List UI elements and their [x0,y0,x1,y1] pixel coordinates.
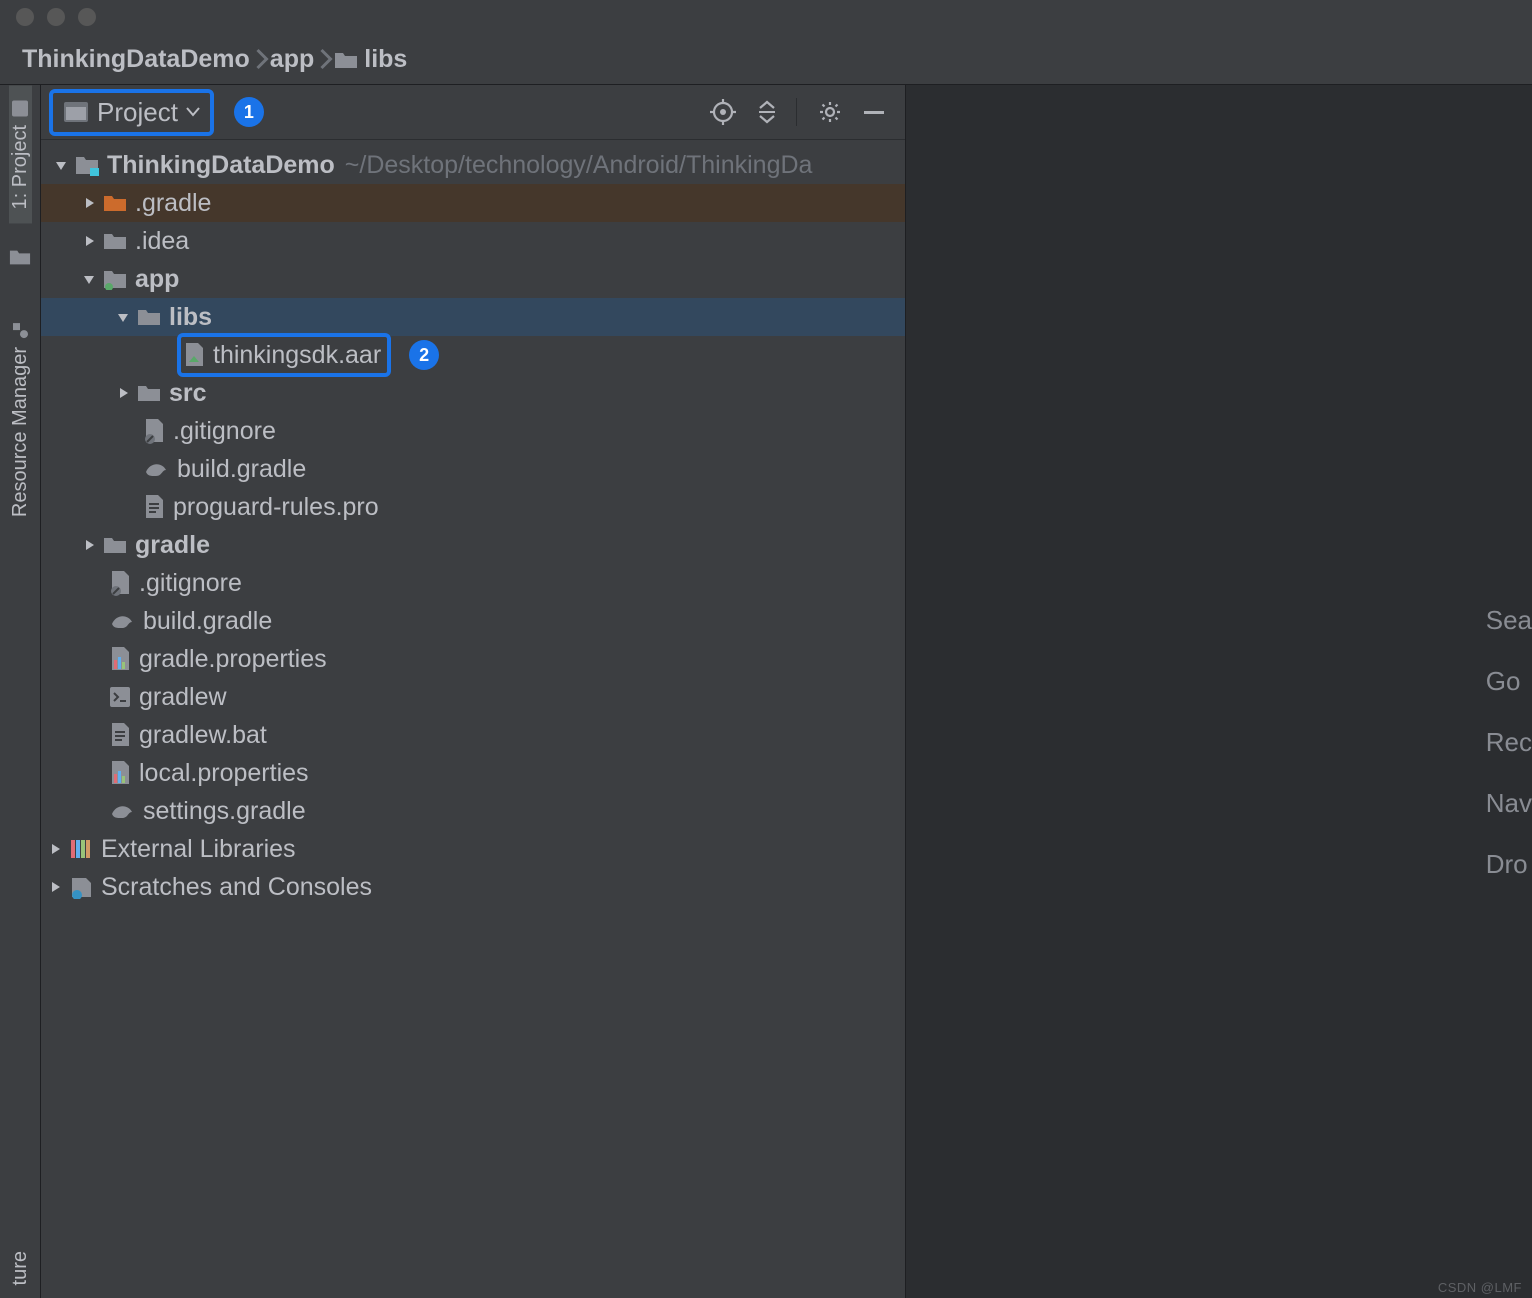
tree-item-local-properties[interactable]: local.properties [41,754,905,792]
properties-file-icon [109,760,131,786]
folder-icon [103,231,127,251]
breadcrumb: ThinkingDataDemo app libs [0,34,1532,85]
tree-item-proguard[interactable]: proguard-rules.pro [41,488,905,526]
tree-item-gradle-dir[interactable]: gradle [41,526,905,564]
module-folder-icon [103,268,127,290]
chevron-right-icon [318,47,334,71]
tree-label: ThinkingDataDemo [107,151,335,180]
hide-panel-button[interactable] [857,95,891,129]
chevron-down-icon[interactable] [47,151,75,179]
locate-button[interactable] [706,95,740,129]
settings-button[interactable] [813,95,847,129]
tree-root-project[interactable]: ThinkingDataDemo ~/Desktop/technology/An… [41,146,905,184]
gradle-file-icon [109,610,135,632]
gitignore-file-icon [143,418,165,444]
breadcrumb-item-project[interactable]: ThinkingDataDemo [22,45,254,74]
scratches-icon [69,875,93,899]
text-file-icon [143,494,165,520]
editor-placeholder: Sea Go Rec Nav Dro CSDN @LMF [906,85,1532,1298]
tree-item-gradlew[interactable]: gradlew [41,678,905,716]
tree-item-src[interactable]: src [41,374,905,412]
tree-item-libs[interactable]: libs [41,298,905,336]
project-tree[interactable]: ThinkingDataDemo ~/Desktop/technology/An… [41,140,905,1298]
tree-item-gradlew-bat[interactable]: gradlew.bat [41,716,905,754]
project-icon [11,99,29,117]
module-icon [75,154,99,176]
tree-item-settings-gradle[interactable]: settings.gradle [41,792,905,830]
gradle-file-icon [109,800,135,822]
library-icon [69,837,93,861]
aar-file-icon [183,342,205,368]
chevron-right-icon[interactable] [75,227,103,255]
project-view-selector[interactable]: Project [49,89,214,136]
chevron-right-icon [254,47,270,71]
tree-hint-path: ~/Desktop/technology/Android/ThinkingDa [345,151,813,180]
project-view-icon [63,101,89,123]
folder-icon [137,307,161,327]
tool-tab-project[interactable]: 1: Project [9,85,32,223]
gradle-file-icon [143,458,169,480]
tree-item-gitignore-root[interactable]: .gitignore [41,564,905,602]
zoom-window-icon[interactable] [78,8,96,26]
tree-item-app[interactable]: app [41,260,905,298]
properties-file-icon [109,646,131,672]
text-file-icon [109,722,131,748]
breadcrumb-item-app[interactable]: app [270,45,318,74]
annotation-callout-2: 2 [409,340,439,370]
tool-window-stripe-left: 1: Project Resource Manager ture [0,85,41,1298]
editor-tips: Sea Go Rec Nav Dro [1486,605,1532,880]
tree-item-scratches[interactable]: Scratches and Consoles [41,868,905,906]
macos-title-bar [0,0,1532,34]
tree-item-external-libraries[interactable]: External Libraries [41,830,905,868]
tree-item-build-gradle-root[interactable]: build.gradle [41,602,905,640]
chevron-right-icon[interactable] [41,873,69,901]
chevron-down-icon [186,107,200,117]
folder-icon [334,50,356,68]
watermark-text: CSDN @LMF [1438,1280,1522,1295]
chevron-right-icon[interactable] [41,835,69,863]
annotation-highlight-aar: thinkingsdk.aar [177,333,391,377]
chevron-right-icon[interactable] [109,379,137,407]
chevron-right-icon[interactable] [75,531,103,559]
shell-file-icon [109,686,131,708]
tree-item-gradle-cache[interactable]: .gradle [41,184,905,222]
collapse-all-button[interactable] [750,95,784,129]
folder-icon [9,247,31,267]
tool-tab-resource-manager[interactable]: Resource Manager [9,307,32,531]
folder-icon [103,535,127,555]
folder-icon [103,193,127,213]
tree-item-gitignore-app[interactable]: .gitignore [41,412,905,450]
chevron-down-icon[interactable] [75,265,103,293]
folder-icon [137,383,161,403]
resource-manager-icon [11,321,29,339]
chevron-right-icon[interactable] [75,189,103,217]
tree-item-build-gradle-app[interactable]: build.gradle [41,450,905,488]
tree-item-aar[interactable]: thinkingsdk.aar 2 [41,336,905,374]
tool-tab-bottom[interactable]: ture [9,1237,32,1298]
gitignore-file-icon [109,570,131,596]
chevron-down-icon[interactable] [109,303,137,331]
tree-item-gradle-properties[interactable]: gradle.properties [41,640,905,678]
toolbar-separator [796,98,797,126]
project-tool-window: Project 1 [41,85,906,1298]
minimize-window-icon[interactable] [47,8,65,26]
tree-item-idea[interactable]: .idea [41,222,905,260]
close-window-icon[interactable] [16,8,34,26]
project-panel-header: Project 1 [41,85,905,140]
breadcrumb-item-libs[interactable]: libs [334,45,411,74]
annotation-callout-1: 1 [234,97,264,127]
